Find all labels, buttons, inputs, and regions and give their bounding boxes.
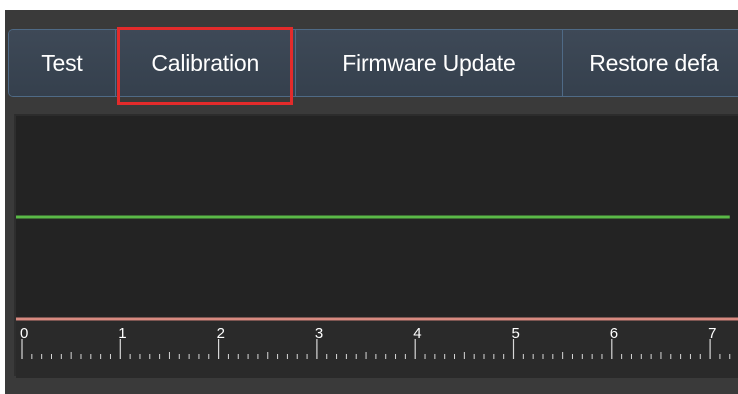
x-tick-label: 7 <box>708 325 716 342</box>
tab-test[interactable]: Test <box>9 30 116 96</box>
chart-panel: 0 1 2 3 4 5 6 7 <box>14 114 738 378</box>
tab-bar: Test Calibration Firmware Update Restore… <box>8 29 738 97</box>
chart-svg: 0 1 2 3 4 5 6 7 <box>16 215 738 378</box>
tab-restore-defaults[interactable]: Restore defa <box>563 30 738 96</box>
tab-calibration[interactable]: Calibration <box>115 30 296 96</box>
x-tick-label: 0 <box>20 325 28 342</box>
x-tick-label: 4 <box>413 325 421 342</box>
x-tick-label: 6 <box>610 325 618 342</box>
x-tick-label: 3 <box>315 325 323 342</box>
x-tick-label: 1 <box>118 325 126 342</box>
tab-firmware-update[interactable]: Firmware Update <box>295 30 564 96</box>
x-tick-label: 5 <box>512 325 520 342</box>
x-tick-label: 2 <box>217 325 225 342</box>
application-window: Test Calibration Firmware Update Restore… <box>0 0 738 394</box>
